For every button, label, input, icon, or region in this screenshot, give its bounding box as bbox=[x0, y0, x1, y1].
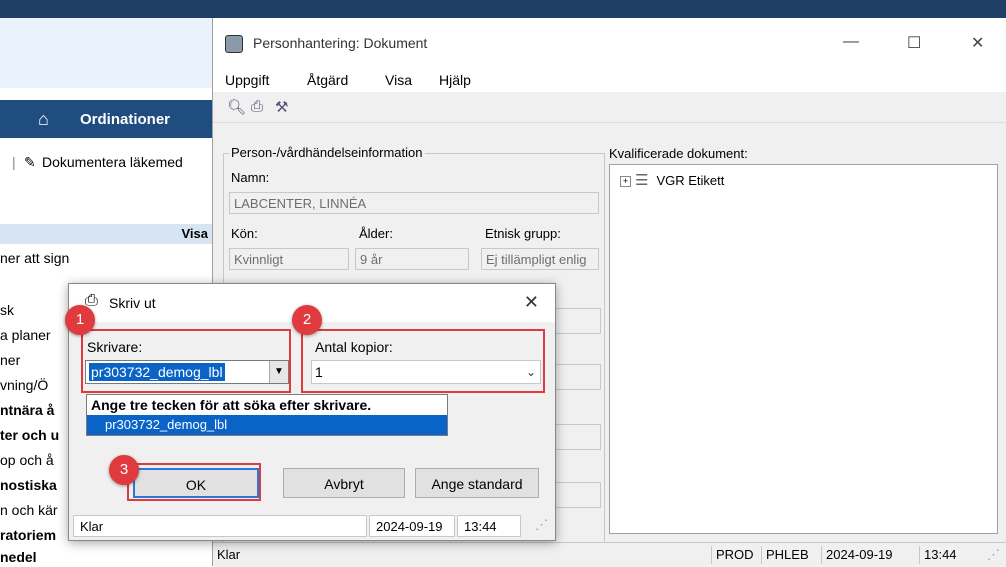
search-icon[interactable]: 🔍︎ bbox=[227, 98, 246, 116]
person-group-title: Person-/vårdhändelseinformation bbox=[229, 145, 425, 160]
dokumentera-label: Dokumentera läkemed bbox=[42, 154, 183, 170]
toolbar: 🔍︎ ⎙ ⚒ bbox=[213, 92, 1006, 123]
annotation-highlight-copies bbox=[301, 329, 545, 393]
list-item[interactable]: ter och u bbox=[0, 427, 70, 443]
printer-dropdown: Ange tre tecken för att söka efter skriv… bbox=[86, 394, 448, 436]
pen-icon: ✎ bbox=[24, 154, 36, 170]
ethnic-field: Ej tillämpligt enlig bbox=[481, 248, 599, 270]
qualified-docs-tree: + ☰ VGR Etikett bbox=[609, 164, 998, 534]
list-item[interactable]: op och å bbox=[0, 452, 70, 468]
dokumentera-button[interactable]: | ✎ Dokumentera läkemed bbox=[0, 152, 212, 176]
age-field: 9 år bbox=[355, 248, 469, 270]
window-title: Personhantering: Dokument bbox=[253, 35, 428, 51]
list-item[interactable]: ratoriem bbox=[0, 527, 70, 543]
close-icon[interactable]: ✕ bbox=[524, 292, 539, 313]
resize-grip-icon[interactable]: ⋰ bbox=[535, 517, 548, 533]
dialog-status-date: 2024-09-19 bbox=[369, 515, 455, 537]
status-bar: Klar PROD PHLEB 2024-09-19 13:44 ⋰ bbox=[213, 542, 1006, 567]
dialog-status-bar: Klar 2024-09-19 13:44 ⋰ bbox=[69, 511, 555, 539]
list-item[interactable]: ner att signera bbox=[0, 250, 70, 266]
annotation-badge-3: 3 bbox=[109, 455, 139, 485]
menu-uppgift[interactable]: Uppgift bbox=[225, 72, 269, 88]
tree-item[interactable]: + ☰ VGR Etikett bbox=[620, 171, 724, 189]
menu-hjalp[interactable]: Hjälp bbox=[439, 72, 471, 88]
annotation-badge-1: 1 bbox=[65, 305, 95, 335]
status-date: 2024-09-19 bbox=[821, 546, 897, 564]
gender-label: Kön: bbox=[231, 226, 258, 241]
expand-icon[interactable]: + bbox=[620, 176, 631, 188]
status-role: PHLEB bbox=[761, 546, 813, 564]
minimize-button[interactable]: — bbox=[843, 33, 859, 51]
name-label: Namn: bbox=[231, 170, 270, 185]
list-item[interactable]: ntnära å bbox=[0, 402, 70, 418]
nav-label: Ordinationer bbox=[80, 111, 171, 128]
name-field: LABCENTER, LINNÉA bbox=[229, 192, 599, 214]
list-item[interactable]: nedel bbox=[0, 549, 70, 565]
dropdown-option[interactable]: pr303732_demog_lbl bbox=[87, 415, 447, 435]
dropdown-hint: Ange tre tecken för att söka efter skriv… bbox=[91, 397, 372, 413]
field bbox=[553, 424, 601, 450]
list-item[interactable]: sk bbox=[0, 302, 70, 318]
annotation-badge-2: 2 bbox=[292, 305, 322, 335]
app-header bbox=[0, 18, 212, 88]
maximize-button[interactable]: ☐ bbox=[907, 33, 921, 53]
ethnic-label: Etnisk grupp: bbox=[485, 226, 561, 241]
resize-grip-icon[interactable]: ⋰ bbox=[983, 546, 1004, 564]
list-item[interactable]: n och kär bbox=[0, 502, 70, 518]
age-label: Ålder: bbox=[359, 226, 393, 241]
gender-field: Kvinnligt bbox=[229, 248, 349, 270]
menu-visa[interactable]: Visa bbox=[385, 72, 412, 88]
app-icon bbox=[225, 35, 243, 53]
menu-atgard[interactable]: Åtgärd bbox=[307, 72, 348, 88]
list-item[interactable]: a planer bbox=[0, 327, 70, 343]
close-button[interactable]: ✕ bbox=[971, 33, 984, 53]
dialog-title: Skriv ut bbox=[109, 295, 156, 311]
app-top-bar bbox=[0, 0, 1006, 18]
tools-icon[interactable]: ⚒ bbox=[275, 98, 288, 116]
field bbox=[553, 364, 601, 390]
list-item[interactable]: nostiska bbox=[0, 477, 70, 493]
visa-header[interactable]: Visa bbox=[0, 224, 212, 244]
list-item[interactable]: ner bbox=[0, 352, 70, 368]
menu-bar: Uppgift Åtgärd Visa Hjälp bbox=[213, 68, 1006, 92]
field bbox=[553, 308, 601, 334]
nav-ordinationer[interactable]: ⌂ Ordinationer bbox=[0, 100, 212, 138]
status-env: PROD bbox=[711, 546, 758, 564]
visa-label: Visa bbox=[181, 226, 208, 241]
cancel-button[interactable]: Avbryt bbox=[283, 468, 405, 498]
tree-item-label: VGR Etikett bbox=[656, 173, 725, 188]
separator: | bbox=[12, 154, 16, 170]
dialog-status-time: 13:44 bbox=[457, 515, 521, 537]
printer-icon[interactable]: ⎙ bbox=[251, 98, 263, 115]
document-icon: ☰ bbox=[635, 172, 649, 189]
status-text: Klar bbox=[217, 547, 241, 562]
field bbox=[553, 482, 601, 508]
annotation-highlight-printer bbox=[81, 329, 291, 393]
annotation-highlight-ok bbox=[127, 463, 261, 501]
list-item[interactable]: vning/Ö bbox=[0, 377, 70, 393]
home-icon[interactable]: ⌂ bbox=[38, 109, 49, 130]
set-default-button[interactable]: Ange standard bbox=[415, 468, 539, 498]
window-titlebar: Personhantering: Dokument — ☐ ✕ bbox=[213, 18, 1006, 68]
status-time: 13:44 bbox=[919, 546, 961, 564]
dialog-status-text: Klar bbox=[73, 515, 367, 537]
qualified-docs-title: Kvalificerade dokument: bbox=[609, 146, 748, 161]
